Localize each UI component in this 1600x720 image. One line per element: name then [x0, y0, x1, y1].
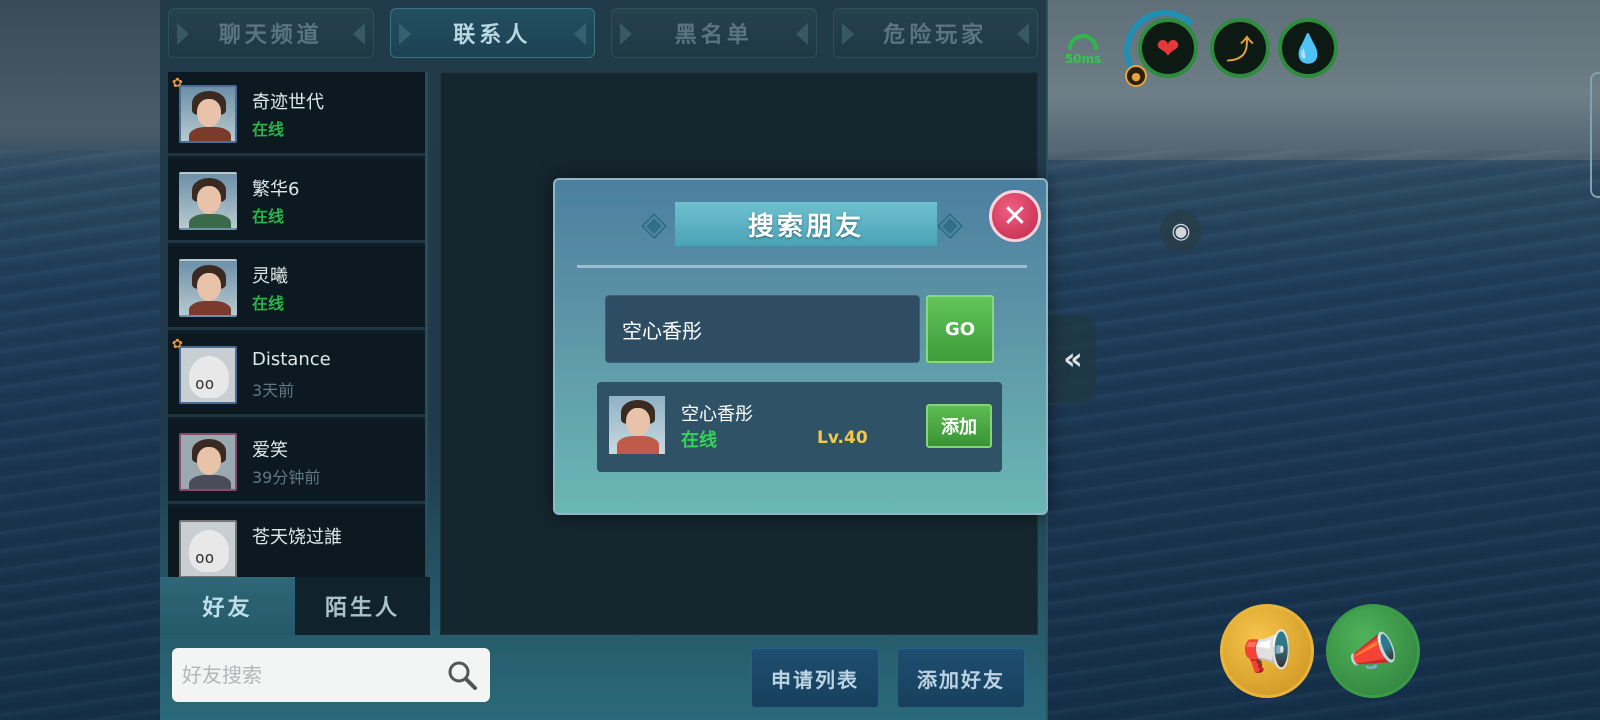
button-label: GO — [944, 318, 976, 340]
collapse-panel-button[interactable]: « — [1050, 315, 1096, 403]
dialog-title-bar: 搜索朋友 — [675, 202, 937, 246]
list-tabs: 好友 陌生人 — [160, 577, 430, 635]
contact-name: 繁华6 — [252, 179, 300, 200]
eye-toggle-button[interactable]: ◉ — [1160, 210, 1202, 252]
close-icon: ✕ — [1002, 198, 1028, 234]
list-item[interactable]: 灵曦 在线 — [168, 246, 425, 330]
contact-name: 爱笑 — [252, 440, 288, 461]
signal-icon — [1068, 34, 1098, 50]
tab-friends[interactable]: 好友 — [160, 577, 295, 635]
megaphone-icon: 📣 — [1348, 628, 1398, 675]
swirl-ornament-icon: ◈ — [937, 204, 964, 244]
tab-label: 联系人 — [453, 23, 532, 48]
button-label: 添加 — [941, 417, 977, 438]
world-broadcast-button[interactable]: 📢 — [1220, 604, 1314, 698]
contact-name: 苍天饶过誰 — [252, 527, 342, 548]
avatar — [179, 85, 237, 143]
contact-name: 灵曦 — [252, 266, 288, 287]
add-button[interactable]: 添加 — [926, 404, 992, 448]
hunger-status[interactable]: ⤴ — [1210, 18, 1270, 78]
social-tabs: 聊天频道 联系人 黑名单 危险玩家 — [168, 8, 1038, 60]
tab-contacts[interactable]: 联系人 — [389, 8, 595, 58]
contact-status: 在线 — [252, 294, 285, 313]
divider — [577, 265, 1027, 268]
avatar — [609, 396, 665, 454]
list-item[interactable]: 繁华6 在线 — [168, 159, 425, 243]
double-chevron-left-icon: « — [1063, 341, 1083, 377]
list-item[interactable]: 爱笑 39分钟前 — [168, 420, 425, 504]
avatar — [179, 172, 237, 230]
result-level: Lv.40 — [817, 428, 868, 448]
contact-name: Distance — [252, 349, 331, 370]
tab-blacklist[interactable]: 黑名单 — [611, 8, 817, 58]
water-drop-icon: 💧 — [1290, 31, 1326, 65]
tab-label: 黑名单 — [674, 23, 753, 48]
stomach-icon: ⤴ — [1225, 33, 1254, 66]
dialog-title: 搜索朋友 — [747, 211, 864, 242]
go-button[interactable]: GO — [926, 295, 994, 363]
contact-status: 在线 — [252, 207, 285, 226]
avatar — [179, 433, 237, 491]
apply-list-button[interactable]: 申请列表 — [751, 648, 879, 708]
result-status: 在线 — [681, 430, 717, 451]
contact-name: 奇迹世代 — [252, 92, 324, 113]
tab-dangerous-players[interactable]: 危险玩家 — [832, 8, 1038, 58]
search-friend-dialog: ◈ 搜索朋友 ◈ ✕ GO 空心香彤 在线 Lv.40 添加 — [553, 178, 1048, 515]
avatar — [179, 259, 237, 317]
list-item[interactable]: ✿ 奇迹世代 在线 — [168, 72, 425, 156]
add-friend-button[interactable]: 添加好友 — [897, 648, 1025, 708]
search-result-card: 空心香彤 在线 Lv.40 添加 — [597, 382, 1002, 472]
heart-icon: ❤ — [1156, 31, 1180, 65]
friend-search-input[interactable] — [182, 663, 442, 687]
friend-name-input[interactable] — [605, 295, 920, 363]
health-status[interactable]: ❤ — [1138, 18, 1198, 78]
ping-indicator: 50ms — [1058, 34, 1108, 66]
contact-list[interactable]: ✿ 奇迹世代 在线 繁华6 在线 灵曦 在线 ✿ oo Distance 3天前… — [168, 72, 428, 577]
result-name: 空心香彤 — [681, 404, 753, 425]
pet-icon[interactable]: ● — [1125, 65, 1147, 87]
side-drawer-handle[interactable] — [1590, 72, 1600, 198]
eye-icon: ◉ — [1171, 218, 1191, 244]
list-item[interactable]: oo 苍天饶过誰 — [168, 507, 425, 577]
tab-label: 聊天频道 — [218, 23, 323, 48]
tab-strangers[interactable]: 陌生人 — [295, 577, 430, 635]
ping-value: 50ms — [1064, 52, 1102, 66]
avatar: oo — [179, 346, 237, 404]
contact-status: 3天前 — [252, 381, 295, 400]
megaphone-icon: 📢 — [1242, 628, 1292, 675]
avatar: oo — [179, 520, 237, 577]
button-label: 申请列表 — [771, 667, 859, 692]
contact-status: 在线 — [252, 120, 285, 139]
list-item[interactable]: ✿ oo Distance 3天前 — [168, 333, 425, 417]
team-broadcast-button[interactable]: 📣 — [1326, 604, 1420, 698]
tab-label: 陌生人 — [324, 596, 400, 621]
tab-label: 危险玩家 — [883, 23, 988, 48]
contact-status: 39分钟前 — [252, 468, 321, 487]
button-label: 添加好友 — [917, 667, 1005, 692]
friend-search-box — [172, 648, 490, 702]
close-button[interactable]: ✕ — [989, 190, 1041, 242]
search-icon[interactable] — [446, 659, 478, 691]
thirst-status[interactable]: 💧 — [1278, 18, 1338, 78]
swirl-ornament-icon: ◈ — [641, 204, 668, 244]
tab-label: 好友 — [202, 596, 253, 621]
tab-chat-channel[interactable]: 聊天频道 — [168, 8, 374, 58]
